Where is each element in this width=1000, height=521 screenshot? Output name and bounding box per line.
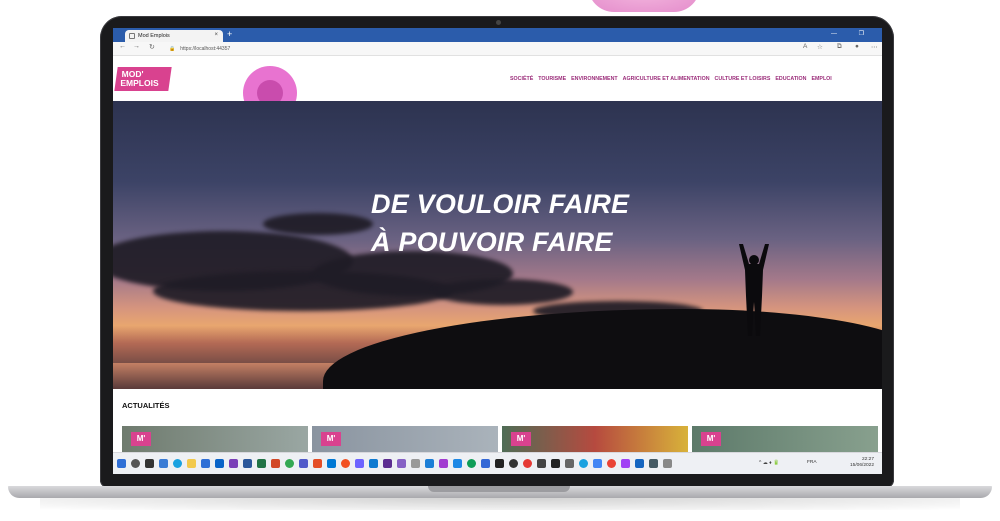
mail-icon[interactable] [215, 459, 224, 468]
menu-dots-icon[interactable]: ⋯ [871, 43, 878, 51]
collections-icon[interactable]: ⧉ [837, 43, 842, 51]
lock-icon: 🔒 [169, 45, 176, 52]
app-icon[interactable] [425, 459, 434, 468]
news-section-title: ACTUALITÉS [122, 401, 170, 410]
tab-title: Mod Emplois [138, 33, 170, 39]
decorative-pink-orb [588, 0, 700, 12]
browser-tab[interactable]: Mod Emplois × [125, 30, 223, 42]
app-icon[interactable] [607, 459, 616, 468]
nav-item-culture[interactable]: CULTURE ET LOISIRS [715, 76, 771, 82]
nav-item-agriculture[interactable]: AGRICULTURE ET ALIMENTATION [623, 76, 710, 82]
windows-taskbar: ^ ☁ ♦ 🔋 FRA 22:27 15/06/2022 [113, 452, 882, 474]
vscode-icon[interactable] [369, 459, 378, 468]
new-tab-button[interactable]: + [227, 29, 232, 39]
site-logo[interactable]: MOD' EMPLOIS [114, 67, 172, 91]
nav-item-environnement[interactable]: ENVIRONNEMENT [571, 76, 618, 82]
app-icon[interactable] [635, 459, 644, 468]
edge-icon[interactable] [173, 459, 182, 468]
tray-icons[interactable]: ^ ☁ ♦ 🔋 [759, 460, 779, 466]
app-icon[interactable] [523, 459, 532, 468]
app-icon[interactable] [565, 459, 574, 468]
laptop-base-notch [428, 486, 570, 492]
file-explorer-icon[interactable] [187, 459, 196, 468]
card-logo-badge: M' [131, 432, 151, 446]
hero-line-1: DE VOULOIR FAIRE [371, 189, 630, 219]
onenote-icon[interactable] [229, 459, 238, 468]
hill-silhouette [323, 309, 882, 389]
start-icon[interactable] [117, 459, 126, 468]
forward-icon[interactable]: → [133, 43, 140, 50]
app-icon[interactable] [495, 459, 504, 468]
outlook-icon[interactable] [327, 459, 336, 468]
url-text: https://localhost:44357 [180, 45, 231, 52]
chrome-icon[interactable] [285, 459, 294, 468]
nav-item-societe[interactable]: SOCIÉTÉ [510, 76, 533, 82]
browser-address-bar: ← → ↻ 🔒 https://localhost:44357 A ☆ ⧉ ● … [113, 42, 882, 56]
person-silhouette [739, 244, 769, 336]
card-logo-badge: M' [321, 432, 341, 446]
app-icon[interactable] [481, 459, 490, 468]
nav-item-emploi[interactable]: EMPLOI [811, 76, 831, 82]
app-icon[interactable] [439, 459, 448, 468]
browser-tab-bar: Mod Emplois × + — ❐ [113, 28, 882, 42]
cloud-shape [433, 279, 573, 305]
app-icon[interactable] [579, 459, 588, 468]
store-icon[interactable] [201, 459, 210, 468]
search-icon[interactable] [131, 459, 140, 468]
tab-close-icon[interactable]: × [214, 32, 218, 38]
nav-item-education[interactable]: EDUCATION [775, 76, 806, 82]
excel-icon[interactable] [257, 459, 266, 468]
laptop-screen: Mod Emplois × + — ❐ ← → ↻ 🔒 https://loca… [113, 28, 882, 474]
app-icon[interactable] [341, 459, 350, 468]
card-logo-badge: M' [701, 432, 721, 446]
powerpoint-icon[interactable] [271, 459, 280, 468]
app-icon[interactable] [467, 459, 476, 468]
window-controls[interactable]: — ❐ [831, 30, 874, 37]
tab-favicon-icon [129, 33, 135, 39]
app-icon[interactable] [313, 459, 322, 468]
app-icon[interactable] [411, 459, 420, 468]
clock[interactable]: 22:27 15/06/2022 [850, 457, 874, 469]
hero-line-2: À POUVOIR FAIRE [371, 227, 613, 257]
app-icon[interactable] [551, 459, 560, 468]
main-navigation: SOCIÉTÉ TOURISME ENVIRONNEMENT AGRICULTU… [510, 76, 832, 82]
app-icon[interactable] [537, 459, 546, 468]
language-indicator[interactable]: FRA [807, 460, 817, 465]
app-icon[interactable] [593, 459, 602, 468]
laptop-camera [496, 20, 501, 25]
widgets-icon[interactable] [159, 459, 168, 468]
nav-item-tourisme[interactable]: TOURISME [538, 76, 566, 82]
card-logo-badge: M' [511, 432, 531, 446]
visual-studio-icon[interactable] [383, 459, 392, 468]
app-icon[interactable] [355, 459, 364, 468]
logo-line-2: EMPLOIS [120, 78, 159, 88]
laptop-shadow [40, 498, 960, 510]
back-icon[interactable]: ← [119, 43, 126, 50]
app-icon[interactable] [621, 459, 630, 468]
clock-date: 15/06/2022 [849, 463, 874, 468]
favorites-star-icon[interactable]: ☆ [817, 43, 823, 51]
url-field[interactable]: 🔒 https://localhost:44357 [169, 44, 769, 53]
app-icon[interactable] [649, 459, 658, 468]
app-icon[interactable] [509, 459, 518, 468]
app-icon[interactable] [663, 459, 672, 468]
refresh-icon[interactable]: ↻ [149, 43, 155, 51]
teams-icon[interactable] [299, 459, 308, 468]
app-icon[interactable] [397, 459, 406, 468]
read-aloud-icon[interactable]: A [803, 43, 807, 50]
hero-headline: DE VOULOIR FAIRE À POUVOIR FAIRE [371, 185, 629, 261]
app-icon[interactable] [453, 459, 462, 468]
profile-avatar-icon[interactable]: ● [855, 43, 859, 50]
cloud-shape [263, 213, 373, 235]
site-header: MOD' EMPLOIS SOCIÉTÉ TOURISME ENVIRONNEM… [113, 56, 882, 120]
word-icon[interactable] [243, 459, 252, 468]
hero-banner: DE VOULOIR FAIRE À POUVOIR FAIRE [113, 101, 882, 389]
task-view-icon[interactable] [145, 459, 154, 468]
